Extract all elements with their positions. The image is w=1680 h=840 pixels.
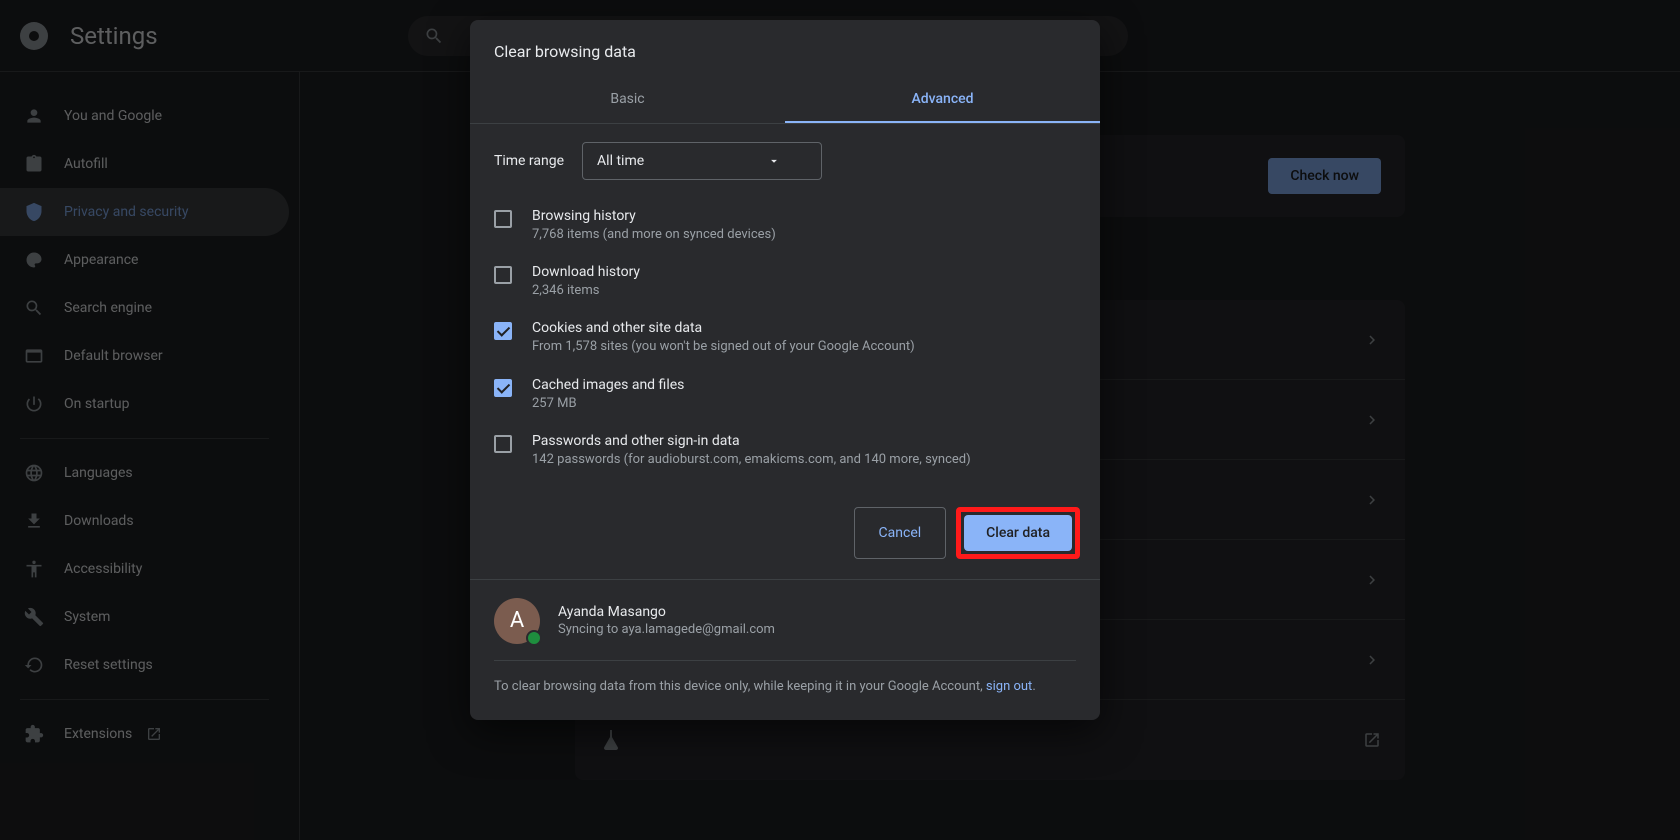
clear-data-button[interactable]: Clear data <box>964 515 1072 551</box>
account-sync-status: Syncing to aya.lamagede@gmail.com <box>558 622 775 637</box>
option-cached-images[interactable]: Cached images and files 257 MB <box>494 367 1076 423</box>
avatar-initial: A <box>510 608 524 633</box>
dialog-tabs: Basic Advanced <box>470 77 1100 123</box>
time-range-select[interactable]: All time <box>582 142 822 180</box>
tab-advanced[interactable]: Advanced <box>785 77 1100 123</box>
sync-badge-icon <box>526 630 542 646</box>
account-row: A Ayanda Masango Syncing to aya.lamagede… <box>494 598 1076 661</box>
cancel-button[interactable]: Cancel <box>854 507 947 559</box>
option-subtitle: 257 MB <box>532 395 684 413</box>
option-title: Browsing history <box>532 208 776 224</box>
option-download-history[interactable]: Download history 2,346 items <box>494 254 1076 310</box>
clear-options-list: Browsing history 7,768 items (and more o… <box>494 198 1076 479</box>
checkbox[interactable] <box>494 322 512 340</box>
highlight-box: Clear data <box>956 507 1080 559</box>
option-passwords[interactable]: Passwords and other sign-in data 142 pas… <box>494 423 1076 479</box>
avatar: A <box>494 598 540 644</box>
option-subtitle: 2,346 items <box>532 282 640 300</box>
checkbox[interactable] <box>494 379 512 397</box>
option-browsing-history[interactable]: Browsing history 7,768 items (and more o… <box>494 198 1076 254</box>
option-cookies[interactable]: Cookies and other site data From 1,578 s… <box>494 310 1076 366</box>
option-title: Cookies and other site data <box>532 320 915 336</box>
checkbox[interactable] <box>494 435 512 453</box>
footer-note-suffix: . <box>1032 679 1035 694</box>
dialog-title: Clear browsing data <box>470 20 1100 77</box>
option-title: Passwords and other sign-in data <box>532 433 971 449</box>
time-range-row: Time range All time <box>494 142 1076 180</box>
option-title: Download history <box>532 264 640 280</box>
dialog-actions: Cancel Clear data <box>470 489 1100 580</box>
time-range-label: Time range <box>494 153 564 169</box>
clear-browsing-data-dialog: Clear browsing data Basic Advanced Time … <box>470 20 1100 720</box>
option-subtitle: 142 passwords (for audioburst.com, emaki… <box>532 451 971 469</box>
option-subtitle: From 1,578 sites (you won't be signed ou… <box>532 338 915 356</box>
sign-out-link[interactable]: sign out <box>986 679 1032 694</box>
checkbox[interactable] <box>494 266 512 284</box>
time-range-value: All time <box>597 153 644 169</box>
checkbox[interactable] <box>494 210 512 228</box>
dropdown-arrow-icon <box>767 154 781 168</box>
option-subtitle: 7,768 items (and more on synced devices) <box>532 226 776 244</box>
footer-note-text: To clear browsing data from this device … <box>494 679 986 694</box>
tab-basic[interactable]: Basic <box>470 77 785 123</box>
option-title: Cached images and files <box>532 377 684 393</box>
dialog-footer-note: To clear browsing data from this device … <box>494 677 1076 697</box>
account-name: Ayanda Masango <box>558 604 775 620</box>
